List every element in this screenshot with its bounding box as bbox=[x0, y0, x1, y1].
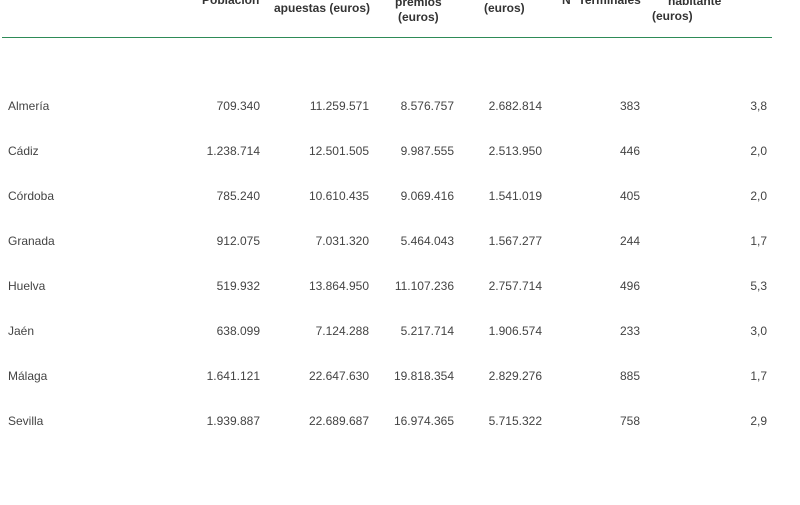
header-apuestas: apuestas (euros) bbox=[274, 1, 371, 15]
cell-por-habitante: 3,0 bbox=[750, 324, 767, 338]
cell-premios: 9.987.555 bbox=[400, 144, 454, 158]
cell-poblacion: 1.939.887 bbox=[206, 414, 260, 428]
cell-apuestas: 13.864.950 bbox=[308, 279, 369, 293]
cell-poblacion: 519.932 bbox=[216, 279, 260, 293]
cell-provincia: Jaén bbox=[8, 324, 35, 338]
cell-premios: 9.069.416 bbox=[400, 189, 454, 203]
cell-por-habitante: 3,8 bbox=[750, 99, 767, 113]
cell-provincia: Cádiz bbox=[8, 144, 39, 158]
cell-provincia: Málaga bbox=[8, 369, 48, 383]
table-row: Córdoba 785.240 10.610.435 9.069.416 1.5… bbox=[0, 187, 800, 205]
cell-poblacion: 785.240 bbox=[216, 189, 260, 203]
cell-premios: 11.107.236 bbox=[394, 279, 454, 293]
cell-por-habitante: 2,0 bbox=[750, 144, 767, 158]
header-recaudacion: (euros) bbox=[484, 1, 525, 15]
cell-provincia: Sevilla bbox=[8, 414, 44, 428]
cell-terminales: 885 bbox=[619, 369, 640, 383]
cell-apuestas: 22.689.687 bbox=[308, 414, 369, 428]
header-terminales: Nº Terminales bbox=[562, 0, 641, 7]
cell-apuestas: 22.647.630 bbox=[308, 369, 369, 383]
cell-recaudacion: 5.715.322 bbox=[488, 414, 542, 428]
cell-provincia: Huelva bbox=[8, 279, 46, 293]
cell-terminales: 233 bbox=[619, 324, 640, 338]
cell-provincia: Córdoba bbox=[8, 189, 55, 203]
cell-recaudacion: 2.829.276 bbox=[488, 369, 542, 383]
table-row: Granada 912.075 7.031.320 5.464.043 1.56… bbox=[0, 232, 800, 250]
table-row: Almería 709.340 11.259.571 8.576.757 2.6… bbox=[0, 97, 800, 115]
cell-por-habitante: 2,9 bbox=[750, 414, 767, 428]
cell-provincia: Almería bbox=[8, 99, 50, 113]
cell-recaudacion: 1.906.574 bbox=[488, 324, 542, 338]
header-divider bbox=[2, 37, 772, 38]
cell-terminales: 383 bbox=[619, 99, 640, 113]
cell-apuestas: 11.259.571 bbox=[309, 99, 369, 113]
cell-terminales: 446 bbox=[619, 144, 640, 158]
cell-por-habitante: 5,3 bbox=[750, 279, 767, 293]
cell-poblacion: 1.641.121 bbox=[206, 369, 260, 383]
cell-recaudacion: 2.682.814 bbox=[488, 99, 542, 113]
cell-apuestas: 7.031.320 bbox=[315, 234, 369, 248]
table-row: Huelva 519.932 13.864.950 11.107.236 2.7… bbox=[0, 277, 800, 295]
cell-por-habitante: 1,7 bbox=[750, 234, 767, 248]
cell-por-habitante: 1,7 bbox=[750, 369, 767, 383]
header-habitante-line2: (euros) bbox=[652, 9, 693, 23]
cell-por-habitante: 2,0 bbox=[750, 189, 767, 203]
cell-premios: 5.464.043 bbox=[400, 234, 454, 248]
cell-premios: 5.217.714 bbox=[400, 324, 454, 338]
table-row: Jaén 638.099 7.124.288 5.217.714 1.906.5… bbox=[0, 322, 800, 340]
cell-premios: 8.576.757 bbox=[400, 99, 454, 113]
cell-terminales: 405 bbox=[619, 189, 640, 203]
cell-terminales: 244 bbox=[619, 234, 640, 248]
table-row: Cádiz 1.238.714 12.501.505 9.987.555 2.5… bbox=[0, 142, 800, 160]
cell-terminales: 496 bbox=[619, 279, 640, 293]
cell-recaudacion: 1.541.019 bbox=[488, 189, 542, 203]
cell-premios: 19.818.354 bbox=[393, 369, 454, 383]
cell-recaudacion: 2.513.950 bbox=[488, 144, 542, 158]
cell-apuestas: 7.124.288 bbox=[315, 324, 369, 338]
cell-terminales: 758 bbox=[619, 414, 640, 428]
cell-recaudacion: 2.757.714 bbox=[488, 279, 542, 293]
cell-apuestas: 12.501.505 bbox=[308, 144, 369, 158]
cell-poblacion: 709.340 bbox=[216, 99, 260, 113]
cell-poblacion: 912.075 bbox=[216, 234, 260, 248]
cell-poblacion: 1.238.714 bbox=[206, 144, 260, 158]
cell-premios: 16.974.365 bbox=[393, 414, 454, 428]
table-row: Sevilla 1.939.887 22.689.687 16.974.365 … bbox=[0, 412, 800, 430]
cell-poblacion: 638.099 bbox=[216, 324, 260, 338]
header-premios-line2: (euros) bbox=[398, 10, 439, 24]
header-poblacion: Población bbox=[202, 0, 260, 7]
cell-recaudacion: 1.567.277 bbox=[488, 234, 542, 248]
table-row: Málaga 1.641.121 22.647.630 19.818.354 2… bbox=[0, 367, 800, 385]
cell-apuestas: 10.610.435 bbox=[308, 189, 369, 203]
cell-provincia: Granada bbox=[8, 234, 55, 248]
